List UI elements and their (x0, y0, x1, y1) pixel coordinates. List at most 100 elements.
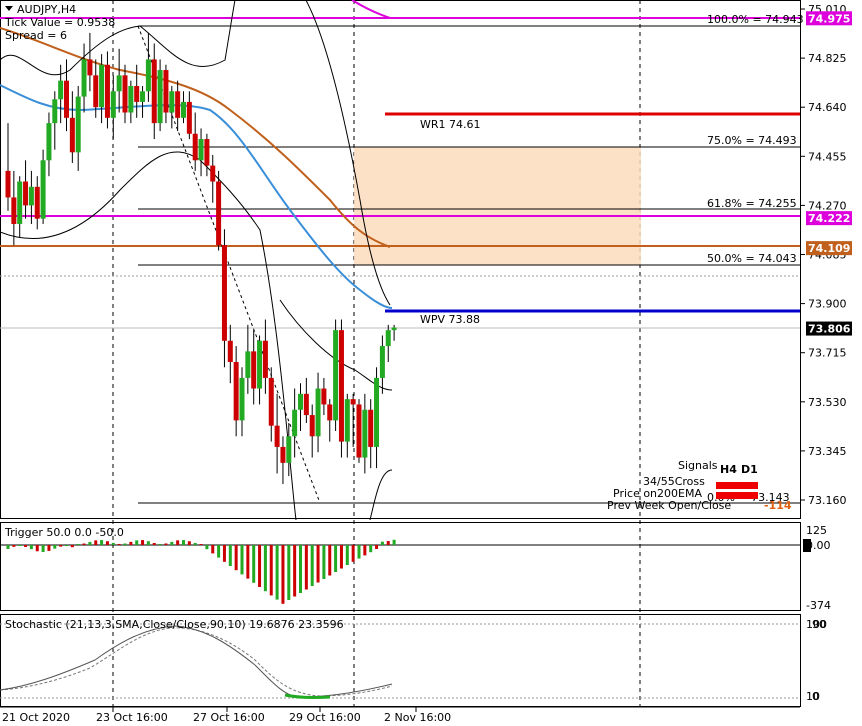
signals-d1: D1 (741, 463, 758, 476)
candle-body (110, 91, 116, 118)
candle-body (315, 388, 321, 437)
candle-body (5, 170, 11, 198)
candle-body (280, 446, 286, 463)
candle-body (81, 59, 87, 97)
candle-body (169, 91, 175, 113)
price-tick-label: 73.715 (808, 347, 847, 360)
candle-body (362, 409, 368, 458)
price-label-text: 74.109 (808, 242, 850, 255)
spread-text: Spread = 6 (5, 29, 67, 42)
candle-body (391, 327, 397, 331)
candle-body (262, 340, 268, 378)
time-axis: 21 Oct 2020 23 Oct 16:00 27 Oct 16:00 29… (0, 706, 800, 724)
price-tick-label: 73.530 (808, 396, 847, 409)
candle-body (303, 393, 309, 416)
candle-body (104, 64, 110, 118)
wpv-label: WPV 73.88 (420, 313, 480, 326)
candle-body (298, 393, 303, 410)
candle-body (140, 91, 146, 102)
trigger-tick-top: 125 (806, 524, 827, 537)
candle-body (245, 351, 251, 378)
price-tick-label: 73.160 (808, 494, 847, 507)
candle-body (198, 139, 204, 161)
price-tick-label: 74.270 (808, 199, 847, 212)
price-tick-label: 74.825 (808, 52, 847, 65)
candle-body (151, 59, 157, 124)
candle-body (163, 70, 169, 113)
trigger-label: Trigger 50.0 0.0 -50.0 (4, 526, 124, 539)
candle-body (227, 340, 233, 362)
candle-body (268, 377, 274, 426)
candle-body (333, 330, 339, 421)
fib-50-label: 50.0% = 74.043 (707, 252, 797, 265)
price-tick-label: 73.345 (808, 445, 847, 458)
price-label-text: 73.806 (808, 323, 851, 336)
candle-body (216, 181, 222, 246)
candle-body (52, 99, 58, 124)
price-label-text: 74.975 (808, 12, 850, 25)
candle-body (292, 409, 298, 437)
price-tick-label: 74.455 (808, 150, 847, 163)
candle-body (251, 351, 257, 389)
candle-body (11, 197, 17, 224)
fib-75-label: 75.0% = 74.493 (707, 134, 797, 147)
candle-body (257, 340, 263, 389)
candle-body (239, 377, 245, 421)
candle-body (87, 59, 93, 76)
candle-body (28, 186, 34, 206)
stochastic-axis: 100 90 10 0 (806, 618, 827, 703)
candle-body (69, 117, 75, 153)
candle-body (204, 139, 210, 166)
candle-body (116, 75, 122, 92)
trigger-tick-bottom: -374 (806, 599, 831, 612)
time-label-2: 23 Oct 16:00 (96, 711, 168, 724)
candle-body (338, 330, 344, 442)
supply-zone-rect (354, 147, 641, 265)
candle-body (186, 101, 192, 134)
candle-body (40, 160, 46, 219)
stochastic-label: Stochastic (21,13,3,SMA,Close/Close,90,1… (5, 618, 344, 631)
candle-body (46, 123, 52, 161)
candle-body (309, 415, 315, 437)
candle-body (274, 425, 280, 447)
candle-body (157, 70, 163, 124)
trigger-axis: 125 0.00 -374 (803, 524, 831, 612)
candle-body (175, 91, 181, 118)
candle-body (385, 330, 391, 347)
price-tick-label: 73.900 (808, 298, 847, 311)
time-label-1: 21 Oct 2020 (2, 711, 70, 724)
candle-body (233, 361, 239, 421)
candle-body (64, 80, 69, 118)
candle-body (75, 96, 81, 153)
candle-body (145, 59, 151, 92)
prev-week-value: -114 (764, 499, 792, 512)
candle-body (321, 388, 327, 405)
signal-cross-bar (716, 482, 758, 489)
candle-body (93, 75, 99, 108)
symbol-timeframe: AUDJPY,H4 (17, 3, 76, 16)
candle-body (379, 346, 385, 378)
candle-body (181, 101, 186, 118)
candle-body (350, 399, 356, 405)
candle-body (99, 64, 105, 108)
fib-618-label: 61.8% = 74.255 (707, 197, 797, 210)
price-label-text: 74.222 (808, 212, 850, 225)
candle-body (122, 75, 128, 113)
signal-ema-bar (716, 492, 758, 499)
svg-text:0: 0 (812, 690, 819, 703)
trigger-tick-zero: 0.00 (806, 539, 831, 552)
candle-body (58, 80, 64, 100)
chart-window[interactable]: AUDJPY,H4 Tick Value = 0.9538 Spread = 6… (0, 0, 862, 726)
candle-body (286, 436, 292, 463)
candle-body (134, 85, 140, 102)
signals-title: Signals (678, 459, 718, 472)
time-label-3: 27 Oct 16:00 (193, 711, 265, 724)
signals-h4: H4 (720, 463, 737, 476)
wr1-label: WR1 74.61 (420, 118, 481, 131)
candle-body (221, 245, 227, 341)
candle-body (327, 404, 333, 421)
candle-body (192, 133, 198, 161)
price-tick-label: 74.640 (808, 101, 847, 114)
candle-body (34, 186, 40, 219)
tick-value-text: Tick Value = 0.9538 (4, 16, 115, 29)
